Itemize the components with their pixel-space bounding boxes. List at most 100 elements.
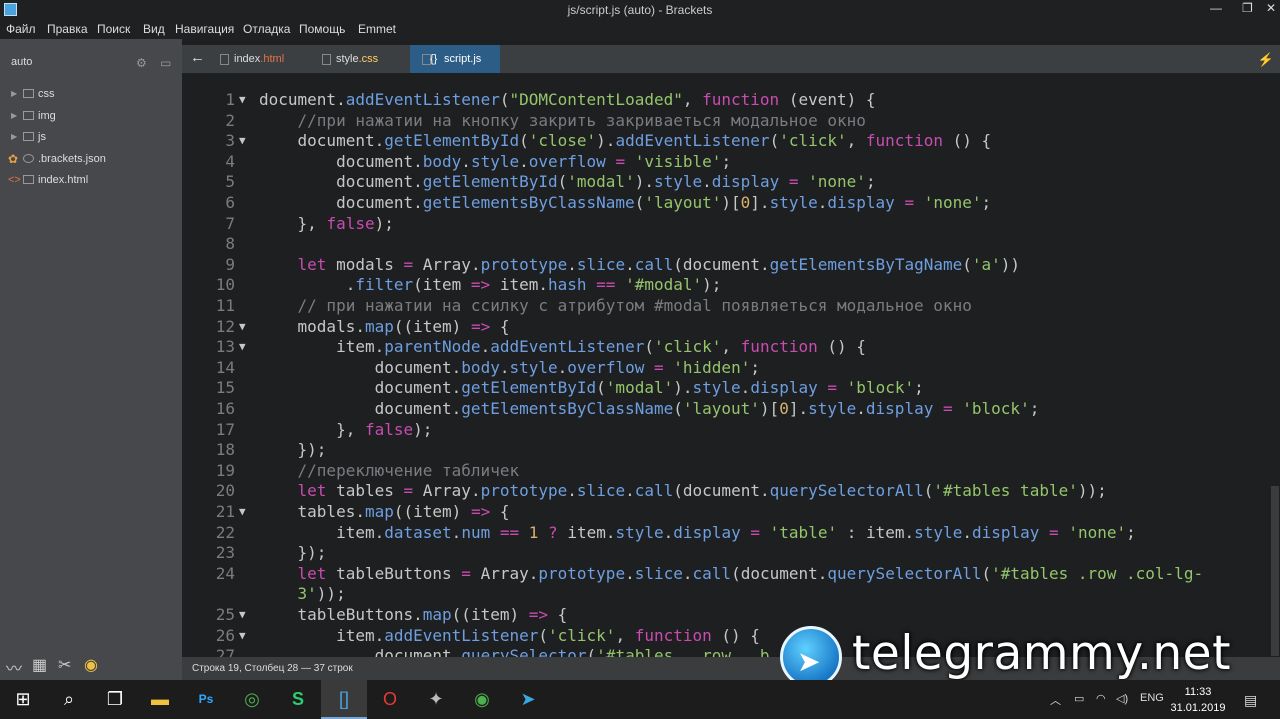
code-line[interactable]: 7 }, false); xyxy=(182,213,1270,234)
code-line[interactable]: 22 item.dataset.num == 1 ? item.style.di… xyxy=(182,522,1270,543)
code-line[interactable]: 13 ▼ item.parentNode.addEventListener('cl… xyxy=(182,336,1270,357)
notifications-icon[interactable]: ▤ xyxy=(1244,692,1257,709)
tools-icon[interactable]: ✂ xyxy=(58,655,71,675)
code-line[interactable]: 5 document.getElementById('modal').style… xyxy=(182,171,1270,192)
menu-help[interactable]: Помощь xyxy=(299,22,345,36)
tab-ext: .js xyxy=(470,53,482,65)
tree-item-css[interactable]: ▶ css xyxy=(0,84,182,104)
skype-s-icon[interactable]: S xyxy=(275,680,321,719)
sidebar-toolbar: 〰 ▦ ✂ ◉ xyxy=(0,649,182,680)
code-line[interactable]: 8 xyxy=(182,233,1270,254)
menu-navigate[interactable]: Навигация xyxy=(175,22,234,36)
code-editor[interactable]: 1 ▼ document.addEventListener("DOMContentL… xyxy=(182,73,1270,657)
code-line[interactable]: 10 .filter(item => item.hash == '#modal'… xyxy=(182,274,1270,295)
gear-icon[interactable]: ⚙ xyxy=(136,56,147,70)
code-line[interactable]: 20 let tables = Array.prototype.slice.ca… xyxy=(182,480,1270,501)
line-number: 4 xyxy=(225,151,235,171)
code-text: item.parentNode.addEventListener('click'… xyxy=(259,337,866,357)
fold-arrow-icon[interactable]: ▼ xyxy=(239,501,246,522)
tab-label: script xyxy=(444,53,471,65)
tab-script-js[interactable]: {} script.js xyxy=(410,45,500,73)
tree-label: js xyxy=(38,131,46,143)
search-icon[interactable]: ⌕ xyxy=(46,680,92,719)
code-line[interactable]: 24 let tableButtons = Array.prototype.sl… xyxy=(182,563,1270,584)
code-text: .filter(item => item.hash == '#modal'); xyxy=(259,275,722,295)
cursor-position: Строка 19, Столбец 28 — 37 строк xyxy=(192,663,353,674)
code-line[interactable]: 17 }, false); xyxy=(182,419,1270,440)
tool-icon[interactable]: ✦ xyxy=(413,680,459,719)
code-line[interactable]: 4 document.body.style.overflow = 'visibl… xyxy=(182,151,1270,172)
file-explorer-icon[interactable]: ▬ xyxy=(137,680,183,719)
minimize-button[interactable]: — xyxy=(1210,1,1222,15)
volume-icon[interactable]: ◁) xyxy=(1116,692,1128,705)
code-line[interactable]: 3 ▼ document.getElementById('close').addE… xyxy=(182,130,1270,151)
code-text: document.getElementById('close').addEven… xyxy=(259,131,992,151)
close-button[interactable]: ✕ xyxy=(1266,1,1276,15)
line-number: 5 xyxy=(225,172,235,192)
project-dropdown[interactable]: auto xyxy=(11,56,32,68)
code-line[interactable]: 14 document.body.style.overflow = 'hidde… xyxy=(182,357,1270,378)
menu-find[interactable]: Поиск xyxy=(97,22,130,36)
menu-edit[interactable]: Правка xyxy=(47,22,88,36)
code-text: 3')); xyxy=(297,584,346,604)
split-view-icon[interactable]: ▭ xyxy=(160,56,171,70)
menu-emmet[interactable]: Emmet xyxy=(358,22,396,36)
clock[interactable]: 11:33 31.01.2019 xyxy=(1163,684,1233,716)
code-line[interactable]: 25 ▼ tableButtons.map((item) => { xyxy=(182,604,1270,625)
code-line[interactable]: 12 ▼ modals.map((item) => { xyxy=(182,316,1270,337)
tree-label: img xyxy=(38,110,56,122)
code-line[interactable]: 16 document.getElementsByClassName('layo… xyxy=(182,398,1270,419)
chevron-up-icon[interactable]: ︿ xyxy=(1050,692,1061,708)
task-view-icon[interactable]: ❐ xyxy=(92,680,138,719)
title-bar: js/script.js (auto) - Brackets — ❐ ✕ xyxy=(0,0,1280,20)
chrome-icon[interactable]: ◎ xyxy=(229,680,275,719)
tree-item-brackets-json[interactable]: ✿ .brackets.json xyxy=(0,149,182,169)
fold-arrow-icon[interactable]: ▼ xyxy=(239,130,246,151)
back-arrow-icon[interactable]: ← xyxy=(190,49,205,66)
activity-icon[interactable]: 〰 xyxy=(6,655,22,679)
code-line[interactable]: 18 }); xyxy=(182,439,1270,460)
menu-debug[interactable]: Отладка xyxy=(243,22,290,36)
windows-start-icon[interactable]: ⊞ xyxy=(0,680,46,719)
editor-scrollbar[interactable] xyxy=(1270,73,1280,657)
menu-view[interactable]: Вид xyxy=(143,22,165,36)
language-indicator[interactable]: ENG xyxy=(1140,692,1164,704)
fold-arrow-icon[interactable]: ▼ xyxy=(239,604,246,625)
telegram-icon[interactable]: ➤ xyxy=(505,680,551,719)
tab-index-html[interactable]: index.html xyxy=(208,45,318,73)
live-preview-icon[interactable]: ⚡ xyxy=(1258,52,1274,68)
fold-arrow-icon[interactable]: ▼ xyxy=(239,316,246,337)
fold-arrow-icon[interactable]: ▼ xyxy=(239,625,246,646)
code-line[interactable]: 3')); xyxy=(182,583,1270,604)
scrollbar-thumb[interactable] xyxy=(1271,486,1279,656)
tree-item-img[interactable]: ▶ img xyxy=(0,106,182,126)
code-text: document.querySelector('#tables .row .b xyxy=(259,646,770,657)
network-icon[interactable]: ▭ xyxy=(1074,692,1084,705)
code-line[interactable]: 23 }); xyxy=(182,542,1270,563)
restore-button[interactable]: ❐ xyxy=(1242,1,1253,15)
code-line[interactable]: 1 ▼ document.addEventListener("DOMContentL… xyxy=(182,89,1270,110)
extensions-icon[interactable]: ▦ xyxy=(32,655,47,675)
code-line[interactable]: 21 ▼ tables.map((item) => { xyxy=(182,501,1270,522)
code-line[interactable]: 6 document.getElementsByClassName('layou… xyxy=(182,192,1270,213)
wifi-icon[interactable]: ◠ xyxy=(1096,692,1106,705)
tab-style-css[interactable]: style.css xyxy=(310,45,410,73)
fold-arrow-icon[interactable]: ▼ xyxy=(239,336,246,357)
tab-label: index xyxy=(234,53,261,65)
brackets-taskbar-icon[interactable]: [] xyxy=(321,680,367,719)
chrome-profile-icon[interactable]: ◉ xyxy=(459,680,505,719)
menu-file[interactable]: Файл xyxy=(6,22,36,36)
code-line[interactable]: 11 // при нажатии на ссилку с атрибутом … xyxy=(182,295,1270,316)
tree-item-index-html[interactable]: <> index.html xyxy=(0,170,182,190)
code-line[interactable]: 2 //при нажатии на кнопку закрить закрив… xyxy=(182,110,1270,131)
live-preview-eye-icon[interactable]: ◉ xyxy=(84,655,98,675)
line-number: 25 xyxy=(215,605,235,624)
code-text: document.getElementsByClassName('layout'… xyxy=(259,193,992,212)
opera-icon[interactable]: O xyxy=(367,680,413,719)
code-line[interactable]: 9 let modals = Array.prototype.slice.cal… xyxy=(182,254,1270,275)
code-line[interactable]: 19 //переключение табличек xyxy=(182,460,1270,481)
fold-arrow-icon[interactable]: ▼ xyxy=(239,89,246,110)
tree-item-js[interactable]: ▶ js xyxy=(0,127,182,147)
code-line[interactable]: 15 document.getElementById('modal').styl… xyxy=(182,377,1270,398)
photoshop-icon[interactable]: Ps xyxy=(183,680,229,719)
